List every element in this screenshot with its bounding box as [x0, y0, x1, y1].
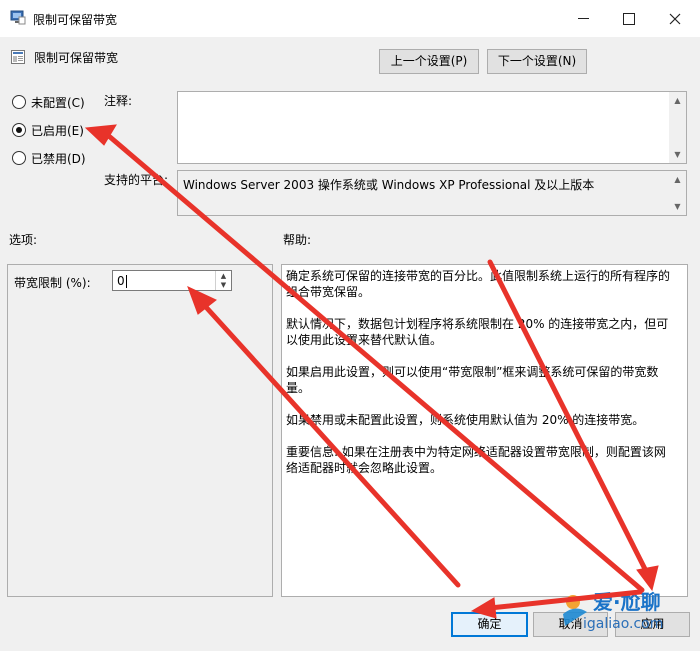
- help-text: 确定系统可保留的连接带宽的百分比。此值限制系统上运行的所有程序的组合带宽保留。 …: [286, 268, 672, 492]
- bandwidth-limit-label: 带宽限制 (%):: [14, 276, 91, 290]
- spin-up-icon[interactable]: ▲: [216, 271, 231, 281]
- platform-scrollbar[interactable]: ▲ ▼: [669, 171, 686, 215]
- policy-window-icon: [10, 9, 26, 25]
- policy-name: 限制可保留带宽: [34, 51, 119, 65]
- comment-label: 注释:: [104, 94, 133, 108]
- help-label: 帮助:: [283, 233, 312, 247]
- window-title: 限制可保留带宽: [33, 13, 118, 27]
- help-panel: 确定系统可保留的连接带宽的百分比。此值限制系统上运行的所有程序的组合带宽保留。 …: [281, 264, 688, 597]
- minimize-button[interactable]: [560, 0, 606, 37]
- radio-disabled[interactable]: 已禁用(D): [12, 149, 86, 167]
- watermark-subtitle: igaliao.com: [583, 616, 664, 632]
- maximize-button[interactable]: [606, 0, 652, 37]
- bandwidth-limit-input[interactable]: 0 ▲ ▼: [112, 270, 232, 291]
- platform-label: 支持的平台:: [104, 173, 169, 187]
- bandwidth-limit-value: 0: [117, 274, 125, 288]
- help-paragraph: 如果启用此设置，则可以使用“带宽限制”框来调整系统可保留的带宽数量。: [286, 365, 659, 395]
- minimize-icon: [577, 18, 589, 19]
- ok-button[interactable]: 确定: [451, 612, 528, 637]
- options-label: 选项:: [9, 233, 38, 247]
- maximize-icon: [623, 12, 635, 25]
- radio-circle[interactable]: [12, 95, 26, 109]
- next-setting-button[interactable]: 下一个设置(N): [487, 49, 587, 74]
- arrowhead-enabled: [84, 124, 117, 146]
- help-paragraph: 默认情况下，数据包计划程序将系统限制在 20% 的连接带宽之内，但可以使用此设置…: [286, 317, 669, 347]
- help-paragraph: 确定系统可保留的连接带宽的百分比。此值限制系统上运行的所有程序的组合带宽保留。: [286, 269, 671, 299]
- options-panel: 带宽限制 (%): 0 ▲ ▼: [7, 264, 273, 597]
- radio-label: 已启用(E): [31, 123, 84, 138]
- platform-value: Windows Server 2003 操作系统或 Windows XP Pro…: [183, 178, 595, 192]
- comment-scrollbar[interactable]: ▲ ▼: [669, 92, 686, 163]
- help-paragraph: 重要信息: 如果在注册表中为特定网络适配器设置带宽限制，则配置该网络适配器时就会…: [286, 445, 666, 475]
- close-icon: [669, 13, 681, 24]
- radio-circle-selected[interactable]: [12, 123, 26, 137]
- spin-down-icon[interactable]: ▼: [216, 281, 231, 291]
- watermark-title: 爱·尬聊: [593, 590, 661, 614]
- radio-label: 已禁用(D): [31, 151, 86, 166]
- bandwidth-spinner[interactable]: ▲ ▼: [215, 271, 231, 290]
- previous-setting-button[interactable]: 上一个设置(P): [379, 49, 479, 74]
- scroll-down-icon[interactable]: ▼: [669, 198, 686, 215]
- watermark-logo: 爱·尬聊 igaliao.com: [555, 582, 695, 642]
- platform-box: Windows Server 2003 操作系统或 Windows XP Pro…: [177, 170, 687, 216]
- scroll-down-icon[interactable]: ▼: [669, 146, 686, 163]
- radio-label: 未配置(C): [31, 95, 85, 110]
- radio-enabled[interactable]: 已启用(E): [12, 121, 84, 139]
- radio-not-configured[interactable]: 未配置(C): [12, 93, 85, 111]
- comment-textarea[interactable]: ▲ ▼: [177, 91, 687, 164]
- help-paragraph: 如果禁用或未配置此设置，则系统使用默认值为 20% 的连接带宽。: [286, 413, 645, 427]
- scroll-up-icon[interactable]: ▲: [669, 171, 686, 188]
- scroll-up-icon[interactable]: ▲: [669, 92, 686, 109]
- policy-setting-icon: [10, 49, 26, 65]
- radio-circle[interactable]: [12, 151, 26, 165]
- close-button[interactable]: [652, 0, 698, 37]
